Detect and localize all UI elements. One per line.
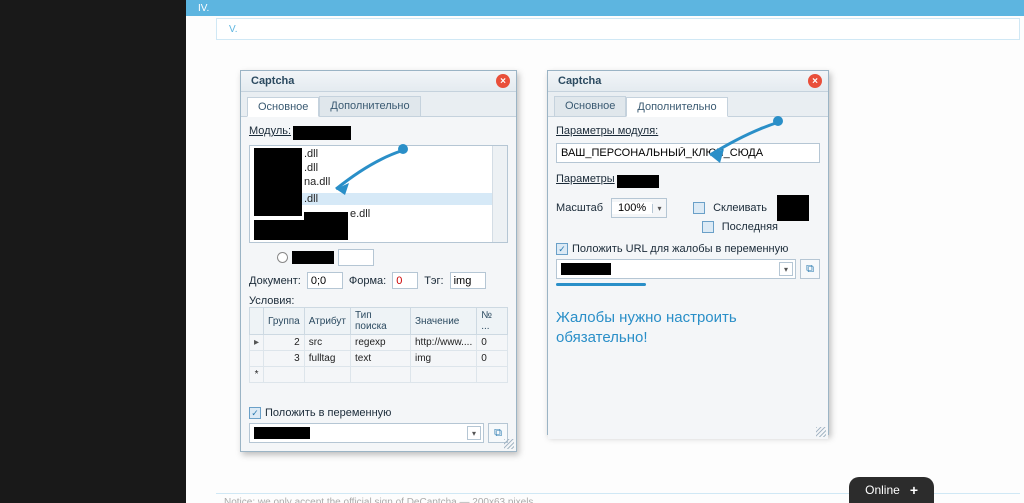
captcha-dialog-extra: Captcha × Основное Дополнительно Парамет… xyxy=(547,70,829,435)
scale-input[interactable] xyxy=(612,202,652,214)
redacted-bar xyxy=(561,263,611,275)
module-params-input[interactable] xyxy=(556,143,820,163)
online-button[interactable]: Online + xyxy=(849,477,934,503)
sub-bar: V. xyxy=(216,18,1020,40)
url-variable-combo[interactable]: ▾ xyxy=(556,259,796,279)
annotation-underline xyxy=(556,283,646,286)
scale-spinner[interactable]: ▾ xyxy=(611,198,667,218)
online-label: Online xyxy=(865,483,900,497)
tab-main[interactable]: Основное xyxy=(247,97,319,117)
module-params-label: Параметры модуля: xyxy=(556,125,658,137)
dialog-titlebar: Captcha × xyxy=(241,71,516,92)
col-value: Значение xyxy=(411,308,477,335)
put-url-label: Положить URL для жалобы в переменную xyxy=(572,243,788,255)
dialog-title: Captcha xyxy=(251,75,294,87)
list-item[interactable]: .dll xyxy=(304,148,318,160)
sidebar-dark xyxy=(0,0,186,503)
last-label: Последняя xyxy=(722,221,778,233)
row-marker-v: V. xyxy=(229,24,238,35)
table-row[interactable]: ▸ 2 src regexp http://www.... 0 xyxy=(250,335,508,351)
put-variable-checkbox[interactable] xyxy=(249,407,261,419)
list-item[interactable]: .dll xyxy=(304,162,318,174)
radio-option[interactable] xyxy=(277,252,288,263)
module-label: Модуль: xyxy=(249,125,291,137)
dialog-body: Параметры модуля: Параметры Масштаб ▾ xyxy=(548,117,828,439)
chevron-down-icon[interactable]: ▾ xyxy=(779,262,793,276)
tag-input[interactable] xyxy=(450,272,486,289)
tab-extra[interactable]: Дополнительно xyxy=(626,97,727,117)
col-group: Группа xyxy=(264,308,305,335)
dialog-tabs: Основное Дополнительно xyxy=(548,92,828,117)
tag-label: Тэг: xyxy=(424,275,443,287)
last-checkbox[interactable] xyxy=(702,221,714,233)
scrollbar[interactable] xyxy=(492,146,507,242)
form-label: Форма: xyxy=(349,275,386,287)
chevron-down-icon[interactable]: ▾ xyxy=(467,426,481,440)
content-area: IV. V. Captcha × Основное Дополнительно … xyxy=(186,0,1024,503)
col-find: Тип поиска xyxy=(351,308,411,335)
put-url-checkbox[interactable] xyxy=(556,243,568,255)
redacted-bar xyxy=(254,427,310,439)
dialog-title: Captcha xyxy=(558,75,601,87)
conditions-label: Условия: xyxy=(249,295,294,307)
annotation-text: Жалобы нужно настроить обязательно! xyxy=(556,308,820,347)
params-label: Параметры xyxy=(556,173,615,185)
table-header-row: Группа Атрибут Тип поиска Значение № ... xyxy=(250,308,508,335)
close-icon[interactable]: × xyxy=(496,74,510,88)
variable-combo[interactable]: ▾ xyxy=(249,423,484,443)
conditions-table[interactable]: Группа Атрибут Тип поиска Значение № ...… xyxy=(249,307,508,383)
module-listbox[interactable]: .dll .dll na.dll .dll e.dll xyxy=(249,145,508,243)
glue-label: Склеивать xyxy=(713,202,767,214)
dialog-tabs: Основное Дополнительно xyxy=(241,92,516,117)
copy-icon-button[interactable]: ⧉ xyxy=(800,259,820,279)
document-input[interactable] xyxy=(307,272,343,289)
form-input[interactable] xyxy=(392,272,418,289)
col-num: № ... xyxy=(477,308,508,335)
resize-grip[interactable] xyxy=(504,439,514,449)
row-marker-iv: IV. xyxy=(198,3,209,14)
document-label: Документ: xyxy=(249,275,301,287)
radio-row xyxy=(249,249,508,266)
close-icon[interactable]: × xyxy=(808,74,822,88)
table-row[interactable]: 3 fulltag text img 0 xyxy=(250,351,508,367)
redacted-bar xyxy=(617,175,659,188)
redacted-bar xyxy=(777,195,809,221)
radio-value-input[interactable] xyxy=(338,249,374,266)
table-row-new[interactable]: * xyxy=(250,367,508,383)
plus-icon: + xyxy=(910,482,918,498)
scale-label: Масштаб xyxy=(556,202,603,214)
put-variable-label: Положить в переменную xyxy=(265,407,391,419)
list-item[interactable]: na.dll xyxy=(304,176,330,188)
tab-extra[interactable]: Дополнительно xyxy=(319,96,420,116)
resize-grip[interactable] xyxy=(816,427,826,437)
chevron-down-icon[interactable]: ▾ xyxy=(652,204,666,213)
redacted-bar xyxy=(292,251,334,264)
tab-main[interactable]: Основное xyxy=(554,96,626,116)
list-item-selected[interactable]: .dll xyxy=(302,193,502,205)
dialog-titlebar: Captcha × xyxy=(548,71,828,92)
col-attr: Атрибут xyxy=(304,308,350,335)
list-item[interactable]: e.dll xyxy=(350,208,370,220)
glue-checkbox[interactable] xyxy=(693,202,705,214)
blue-header-bar: IV. xyxy=(186,0,1024,16)
redacted-bar xyxy=(293,126,351,140)
dialog-body: Модуль: .dll .dll na.dll .dll e.dll xyxy=(241,117,516,451)
captcha-dialog-main: Captcha × Основное Дополнительно Модуль:… xyxy=(240,70,517,452)
